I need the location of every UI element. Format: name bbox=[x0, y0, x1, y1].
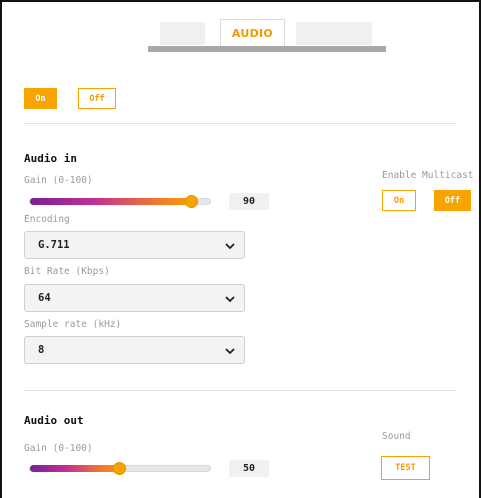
audio-out-gain-value[interactable]: 50 bbox=[229, 460, 269, 477]
chevron-down-icon bbox=[225, 296, 235, 303]
audio-out-gain-label: Gain (0-100) bbox=[24, 443, 93, 454]
samplerate-label: Sample rate (kHz) bbox=[24, 319, 122, 330]
tab-underline bbox=[148, 46, 386, 52]
encoding-select[interactable]: G.711 bbox=[24, 231, 245, 259]
audio-in-gain-thumb[interactable] bbox=[185, 195, 198, 208]
divider-top bbox=[24, 123, 456, 124]
encoding-label: Encoding bbox=[24, 214, 70, 225]
tab-bar: AUDIO bbox=[148, 19, 386, 55]
audio-in-gain-label: Gain (0-100) bbox=[24, 175, 93, 186]
bitrate-select[interactable]: 64 bbox=[24, 284, 245, 312]
divider-bottom bbox=[24, 390, 456, 391]
tab-right[interactable] bbox=[296, 22, 372, 45]
sound-test-button[interactable]: TEST bbox=[381, 456, 430, 480]
audio-in-gain-slider[interactable] bbox=[29, 195, 211, 208]
power-on-button[interactable]: On bbox=[24, 88, 57, 109]
bitrate-value: 64 bbox=[38, 292, 51, 304]
chevron-down-icon bbox=[225, 243, 235, 250]
samplerate-select[interactable]: 8 bbox=[24, 336, 245, 364]
multicast-off-button[interactable]: Off bbox=[434, 190, 471, 211]
audio-settings-panel: AUDIO On Off Audio in Gain (0-100) 90 En… bbox=[0, 0, 481, 498]
tab-audio-label: AUDIO bbox=[231, 26, 274, 40]
power-off-button[interactable]: Off bbox=[78, 88, 116, 109]
audio-out-title: Audio out bbox=[24, 414, 84, 427]
audio-in-gain-value[interactable]: 90 bbox=[229, 193, 269, 210]
encoding-value: G.711 bbox=[38, 239, 70, 251]
audio-out-gain-slider[interactable] bbox=[29, 462, 211, 475]
multicast-label: Enable Multicast bbox=[382, 170, 474, 181]
audio-in-gain-fill bbox=[30, 198, 196, 205]
audio-in-title: Audio in bbox=[24, 152, 77, 165]
samplerate-value: 8 bbox=[38, 344, 45, 356]
audio-out-gain-fill bbox=[30, 465, 124, 472]
bitrate-label: Bit Rate (Kbps) bbox=[24, 266, 110, 277]
audio-out-gain-thumb[interactable] bbox=[113, 462, 126, 475]
chevron-down-icon bbox=[225, 348, 235, 355]
tab-audio[interactable]: AUDIO bbox=[220, 19, 285, 46]
multicast-on-button[interactable]: On bbox=[382, 190, 416, 211]
tab-left[interactable] bbox=[160, 22, 205, 45]
sound-label: Sound bbox=[382, 431, 411, 442]
